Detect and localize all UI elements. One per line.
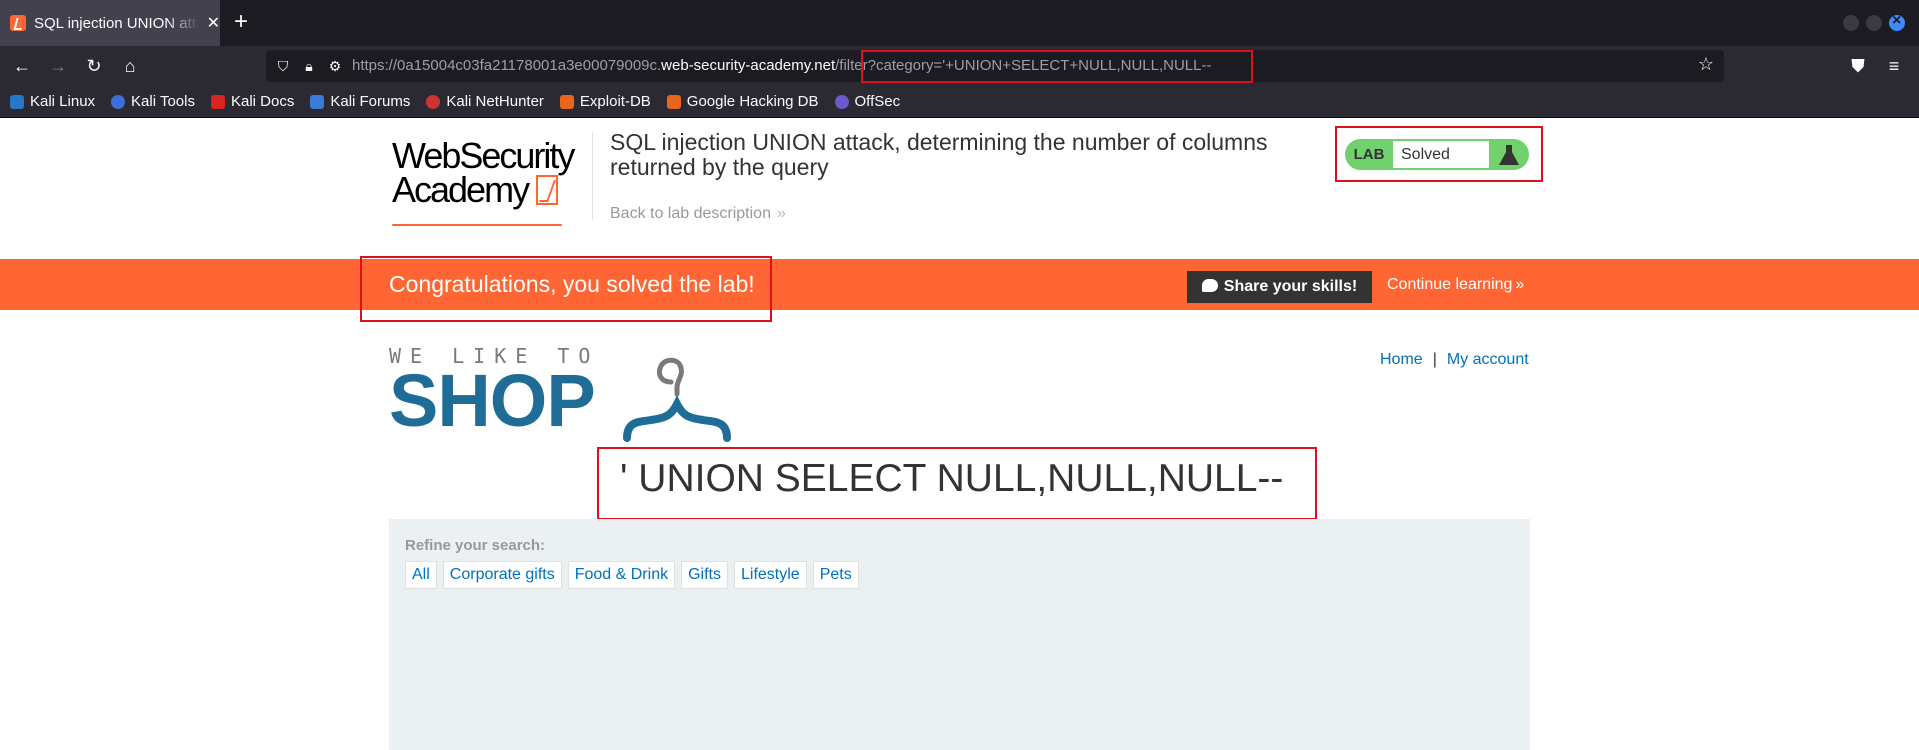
forward-arrow-icon[interactable]: → bbox=[46, 54, 70, 78]
bookmarks-toolbar: Kali Linux Kali Tools Kali Docs Kali For… bbox=[0, 86, 1919, 118]
bookmark-kali-nethunter[interactable]: Kali NetHunter bbox=[426, 93, 544, 110]
home-link[interactable]: Home bbox=[1380, 351, 1423, 368]
filter-food-drink[interactable]: Food & Drink bbox=[567, 561, 676, 589]
bookmark-kali-tools[interactable]: Kali Tools bbox=[111, 93, 195, 110]
bookmark-offsec[interactable]: OffSec bbox=[834, 93, 900, 110]
browser-tab[interactable]: SQL injection UNION attack, determining … bbox=[0, 0, 220, 46]
minimize-window-icon[interactable] bbox=[1843, 15, 1859, 31]
bookmark-kali-linux[interactable]: Kali Linux bbox=[10, 93, 95, 110]
refine-search-panel: Refine your search: All Corporate gifts … bbox=[389, 519, 1530, 750]
my-account-link[interactable]: My account bbox=[1447, 351, 1529, 368]
bookmark-kali-forums[interactable]: Kali Forums bbox=[310, 93, 410, 110]
double-chevron-icon: » bbox=[1515, 276, 1525, 293]
filter-all[interactable]: All bbox=[405, 561, 437, 589]
lock-icon[interactable]: 🔒︎ bbox=[300, 57, 318, 75]
continue-learning-link[interactable]: Continue learning» bbox=[1387, 276, 1524, 294]
we-like-to-shop-logo: WE LIKE TO SHOP bbox=[389, 344, 749, 444]
bookmark-google-hacking-db[interactable]: Google Hacking DB bbox=[666, 93, 819, 110]
url-annotation-box bbox=[861, 50, 1253, 83]
kali-forums-icon bbox=[310, 94, 325, 109]
page-content: WebSecurity Academy SQL injection UNION … bbox=[0, 118, 1919, 750]
bookmark-star-icon[interactable]: ☆ bbox=[1698, 54, 1714, 75]
twitter-icon bbox=[1201, 279, 1218, 292]
shield-icon[interactable]: ⛉ bbox=[274, 57, 292, 75]
congrats-annotation-box bbox=[360, 256, 772, 322]
menu-icon[interactable]: ≡ bbox=[1882, 54, 1906, 78]
kali-nethunter-icon bbox=[426, 94, 441, 109]
top-nav: Home | My account bbox=[1380, 351, 1529, 368]
web-security-academy-logo[interactable]: WebSecurity Academy bbox=[392, 138, 592, 226]
status-annotation-box bbox=[1335, 126, 1543, 182]
portswigger-favicon-icon bbox=[10, 15, 26, 31]
lightning-bolt-icon bbox=[536, 175, 559, 205]
tab-close-icon[interactable]: ✕ bbox=[207, 13, 220, 33]
kali-linux-icon bbox=[10, 94, 24, 109]
refine-label: Refine your search: bbox=[405, 537, 546, 554]
close-window-icon[interactable] bbox=[1889, 12, 1905, 31]
permissions-icon[interactable]: ⚙ bbox=[326, 57, 344, 75]
filter-pets[interactable]: Pets bbox=[812, 561, 859, 589]
home-icon[interactable]: ⌂ bbox=[118, 54, 142, 78]
filter-corporate-gifts[interactable]: Corporate gifts bbox=[442, 561, 562, 589]
maximize-window-icon[interactable] bbox=[1866, 15, 1882, 31]
solved-banner: Congratulations, you solved the lab! Sha… bbox=[0, 259, 1919, 310]
filter-gifts[interactable]: Gifts bbox=[681, 561, 728, 589]
reload-icon[interactable]: ↻ bbox=[82, 54, 106, 78]
category-filters: All Corporate gifts Food & Drink Gifts L… bbox=[405, 561, 865, 589]
hanger-icon bbox=[623, 357, 731, 442]
kali-tools-icon bbox=[111, 94, 126, 109]
exploit-db-icon bbox=[559, 94, 574, 109]
kali-docs-icon bbox=[210, 94, 225, 109]
double-chevron-icon: » bbox=[776, 205, 786, 222]
back-arrow-icon[interactable]: ← bbox=[10, 54, 34, 78]
browser-tab-bar: SQL injection UNION attack, determining … bbox=[0, 0, 1919, 46]
share-skills-button[interactable]: Share your skills! bbox=[1187, 271, 1372, 303]
search-query-heading: ' UNION SELECT NULL,NULL,NULL-- bbox=[620, 457, 1284, 500]
tab-title: SQL injection UNION attack, determining … bbox=[33, 14, 199, 32]
new-tab-icon[interactable]: + bbox=[234, 10, 248, 34]
header-divider bbox=[592, 132, 593, 220]
filter-lifestyle[interactable]: Lifestyle bbox=[733, 561, 807, 589]
back-to-lab-link[interactable]: Back to lab description» bbox=[610, 205, 786, 223]
bookmark-kali-docs[interactable]: Kali Docs bbox=[210, 93, 294, 110]
pocket-icon[interactable]: ⛊ bbox=[1846, 54, 1870, 78]
google-hacking-db-icon bbox=[666, 94, 681, 109]
offsec-icon bbox=[834, 94, 849, 109]
bookmark-exploit-db[interactable]: Exploit-DB bbox=[559, 93, 651, 110]
lab-title: SQL injection UNION attack, determining … bbox=[610, 129, 1268, 180]
